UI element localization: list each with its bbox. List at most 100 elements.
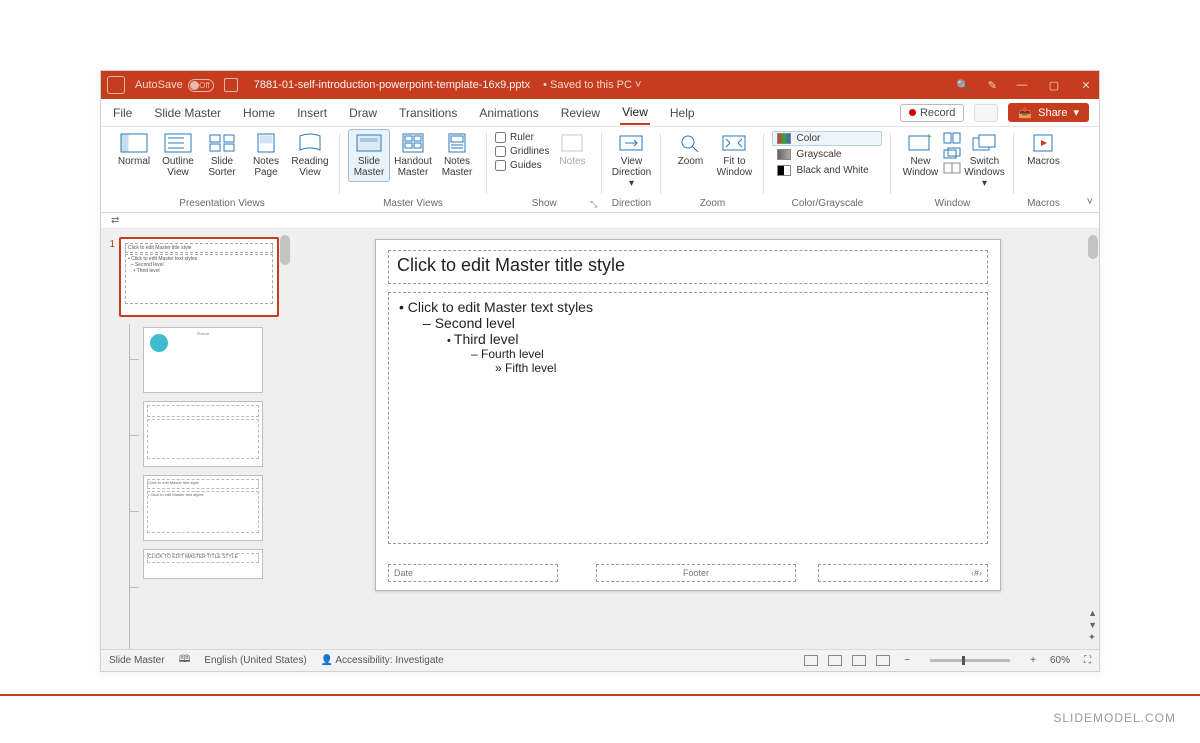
status-language[interactable]: English (United States) [204, 655, 306, 666]
gridlines-checkbox[interactable]: Gridlines [495, 145, 549, 158]
save-status[interactable]: • Saved to this PC ˅ [543, 79, 641, 91]
app-window: AutoSave Off 7881-01-self-introduction-p… [100, 70, 1100, 672]
arrange-all-icon[interactable] [943, 132, 961, 144]
body-placeholder[interactable]: Click to edit Master text styles Second … [388, 292, 988, 544]
tab-insert[interactable]: Insert [295, 102, 329, 124]
qat-customize-icon[interactable]: ⇄ [111, 215, 119, 226]
zoom-out-button[interactable]: − [904, 655, 910, 666]
zoom-value[interactable]: 60% [1050, 655, 1070, 666]
autosave-label: AutoSave [135, 79, 183, 91]
bw-mode-button[interactable]: Black and White [772, 163, 882, 178]
zoom-slider[interactable] [930, 659, 1010, 662]
comments-button[interactable] [974, 104, 998, 122]
outline-view-button[interactable]: Outline View [157, 129, 199, 182]
switch-windows-button[interactable]: Switch Windows ▾ [963, 129, 1005, 193]
split-icon[interactable] [943, 162, 961, 174]
fit-to-window-button[interactable]: Fit to Window [713, 129, 755, 182]
layout-thumbnail[interactable]: CLICK TO EDIT MASTER TITLE STYLE [143, 549, 263, 579]
grayscale-mode-button[interactable]: Grayscale [772, 147, 882, 162]
slideshow-view-icon[interactable] [876, 655, 890, 666]
nav-menu-icon[interactable]: ✦ [1088, 632, 1097, 643]
collapse-ribbon-icon[interactable]: ˅ [1087, 196, 1093, 208]
color-mode-button[interactable]: Color [772, 131, 882, 146]
group-macros: Macros Macros [1016, 129, 1070, 212]
footer-placeholder[interactable]: Footer [596, 564, 796, 582]
next-slide-icon[interactable]: ▼ [1088, 620, 1097, 630]
zoom-in-button[interactable]: + [1030, 655, 1036, 666]
handout-master-button[interactable]: Handout Master [392, 129, 434, 182]
cascade-icon[interactable] [943, 147, 961, 159]
autosave-toggle[interactable]: AutoSave Off [135, 79, 214, 92]
group-zoom: Zoom Fit to Window Zoom [663, 129, 761, 212]
group-show: Ruler Gridlines Guides Notes Show ⤡ [489, 129, 599, 212]
notes-page-button[interactable]: Notes Page [245, 129, 287, 182]
layout-thumbnail[interactable]: Click to edit Master title style• Click … [143, 475, 263, 541]
minimize-button[interactable]: — [1015, 79, 1029, 91]
layout-tree-line [129, 324, 130, 649]
svg-text:+: + [926, 133, 932, 143]
slide-nav-arrows: ▲ ▼ ✦ [1088, 608, 1097, 643]
tab-view[interactable]: View [620, 101, 650, 125]
share-button[interactable]: 📤 Share ▾ [1008, 103, 1089, 122]
group-master-views: Slide Master Handout Master Notes Master… [342, 129, 484, 212]
master-thumbnail[interactable]: Click to edit Master title style • Click… [119, 237, 279, 317]
notes-button: Notes [551, 129, 593, 171]
normal-view-icon[interactable] [804, 655, 818, 666]
close-button[interactable]: ✕ [1079, 79, 1093, 92]
workspace: 1 Click to edit Master title style • Cli… [101, 229, 1099, 649]
page-divider [0, 694, 1200, 696]
record-button[interactable]: Record [900, 104, 964, 122]
canvas-scrollbar[interactable] [1088, 235, 1098, 259]
slide-sorter-button[interactable]: Slide Sorter [201, 129, 243, 182]
tab-slide-master[interactable]: Slide Master [152, 102, 223, 124]
layout-thumbnail[interactable]: Picture [143, 327, 263, 393]
tab-home[interactable]: Home [241, 102, 277, 124]
status-mode[interactable]: Slide Master [109, 655, 165, 666]
sorter-view-icon[interactable] [828, 655, 842, 666]
slide-canvas-area[interactable]: Click to edit Master title style Click t… [291, 229, 1099, 649]
ribbon: Normal Outline View Slide Sorter Notes P… [101, 127, 1099, 213]
fit-window-icon[interactable]: ⛶ [1084, 655, 1091, 666]
prev-slide-icon[interactable]: ▲ [1088, 608, 1097, 618]
group-color-grayscale: Color Grayscale Black and White Color/Gr… [766, 129, 888, 212]
watermark: SLIDEMODEL.COM [1053, 711, 1176, 725]
thumbnail-scrollbar[interactable] [280, 235, 290, 265]
view-direction-button[interactable]: View Direction ▾ [610, 129, 652, 193]
reading-view-icon[interactable] [852, 655, 866, 666]
tab-help[interactable]: Help [668, 102, 697, 124]
toggle-icon[interactable]: Off [188, 79, 214, 92]
guides-checkbox[interactable]: Guides [495, 159, 549, 172]
group-window: +New Window Switch Windows ▾ Window [893, 129, 1011, 212]
tab-transitions[interactable]: Transitions [397, 102, 459, 124]
ruler-checkbox[interactable]: Ruler [495, 131, 549, 144]
slide-thumbnail-panel[interactable]: 1 Click to edit Master title style • Cli… [101, 229, 291, 649]
slide-master-canvas[interactable]: Click to edit Master title style Click t… [375, 239, 1001, 591]
macros-button[interactable]: Macros [1022, 129, 1064, 171]
tab-file[interactable]: File [111, 102, 134, 124]
slide-number-placeholder[interactable]: ‹#› [818, 564, 988, 582]
view-mode-icons [804, 655, 890, 666]
search-icon[interactable]: 🔍 [956, 79, 970, 92]
title-bar: AutoSave Off 7881-01-self-introduction-p… [101, 71, 1099, 99]
reading-view-button[interactable]: Reading View [289, 129, 331, 182]
layout-thumbnail[interactable] [143, 401, 263, 467]
date-placeholder[interactable]: Date [388, 564, 558, 582]
tab-draw[interactable]: Draw [347, 102, 379, 124]
save-icon[interactable] [224, 78, 238, 92]
tab-review[interactable]: Review [559, 102, 602, 124]
pen-icon[interactable]: ✎ [988, 79, 997, 92]
qat-row: ⇄ [101, 213, 1099, 229]
accessibility-status[interactable]: 👤 Accessibility: Investigate [321, 655, 444, 666]
maximize-button[interactable]: ▢ [1047, 79, 1061, 92]
notes-master-button[interactable]: Notes Master [436, 129, 478, 182]
record-dot-icon [909, 109, 916, 116]
show-launcher-icon[interactable]: ⤡ [590, 199, 597, 210]
spellcheck-icon[interactable]: 🕮 [179, 652, 191, 669]
zoom-button[interactable]: Zoom [669, 129, 711, 171]
document-title[interactable]: 7881-01-self-introduction-powerpoint-tem… [254, 79, 530, 91]
slide-master-button[interactable]: Slide Master [348, 129, 390, 182]
title-placeholder[interactable]: Click to edit Master title style [388, 250, 988, 284]
normal-view-button[interactable]: Normal [113, 129, 155, 171]
tab-animations[interactable]: Animations [477, 102, 540, 124]
new-window-button[interactable]: +New Window [899, 129, 941, 182]
